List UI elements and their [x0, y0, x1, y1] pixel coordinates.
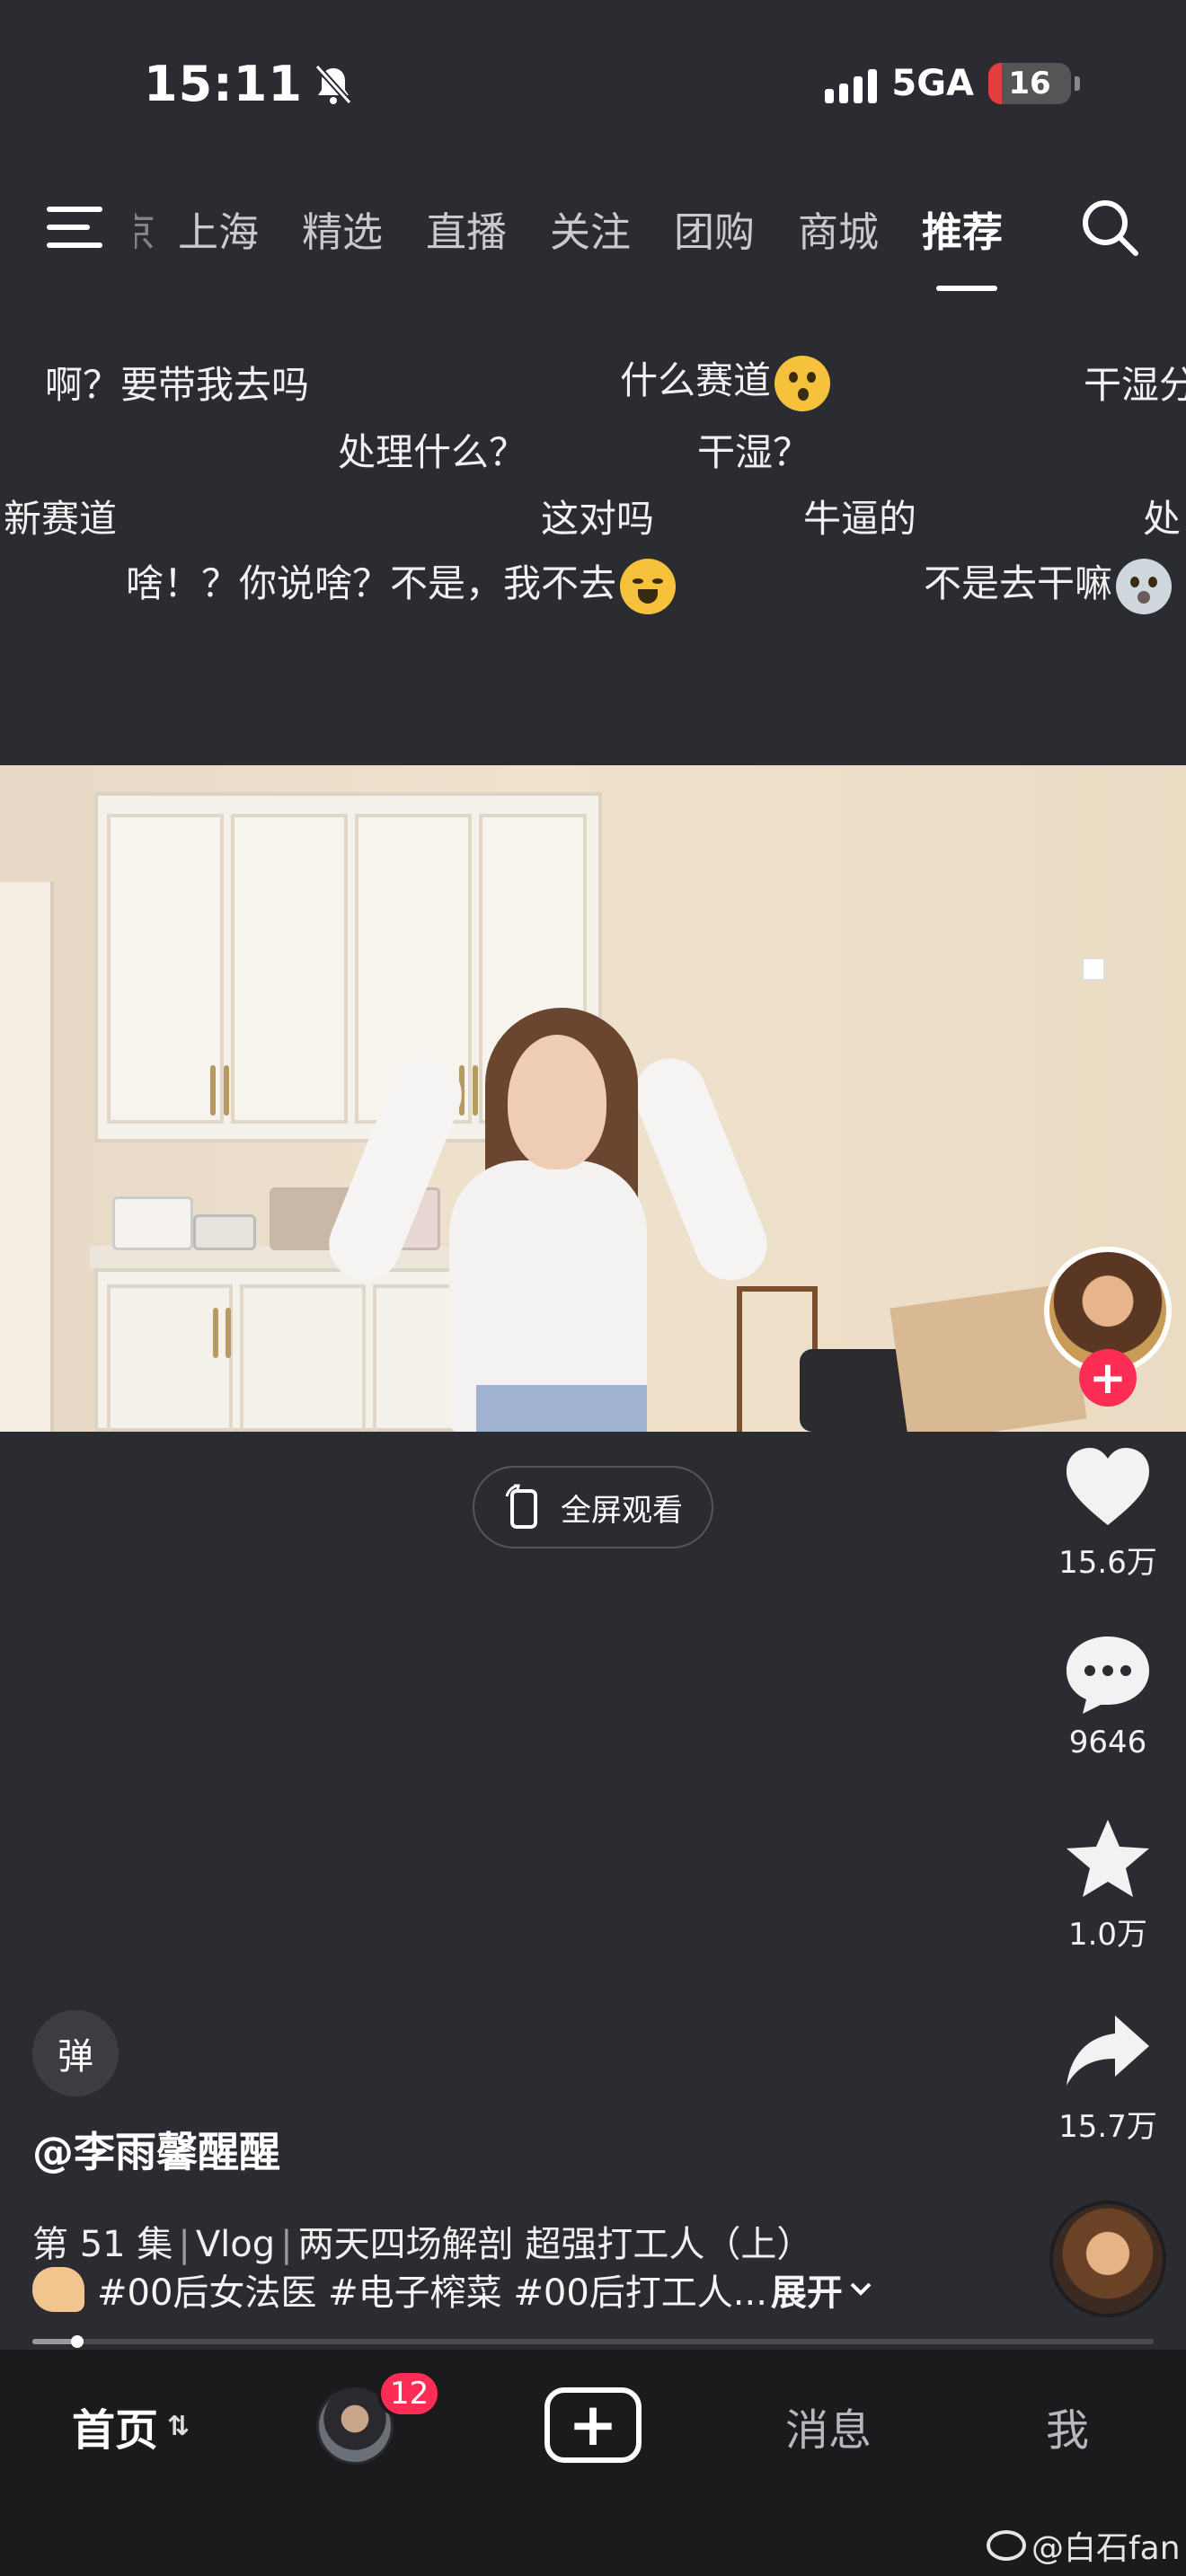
create-button[interactable]: + — [544, 2387, 642, 2463]
nav-home[interactable]: 首页 ⇅ — [72, 2395, 190, 2457]
series-line[interactable]: 第 51 集 | Vlog | 两天四场解剖 超强打工人（上） — [32, 2215, 812, 2267]
watermark-text: @白石fan — [1031, 2530, 1181, 2567]
expand-button[interactable]: 展开 — [771, 2263, 843, 2316]
danmaku-comment: 处 — [1143, 497, 1182, 541]
menu-icon[interactable] — [47, 205, 102, 251]
music-disc[interactable] — [1049, 2201, 1166, 2317]
share-button[interactable]: 15.7万 — [1042, 2010, 1173, 2146]
video-progress-bar[interactable] — [32, 2335, 1154, 2348]
tab-shanghai[interactable]: 上海 — [156, 199, 280, 258]
favorite-count: 1.0万 — [1067, 1917, 1148, 1953]
like-button[interactable]: 15.6万 — [1042, 1446, 1173, 1582]
search-icon[interactable] — [1078, 196, 1141, 259]
danmaku-comment: 新赛道 — [4, 497, 118, 541]
hashtags[interactable]: #00后女法医 #电子榨菜 #00后打工人... — [97, 2263, 767, 2316]
danmaku-comment: 不是去干嘛 — [924, 553, 1173, 614]
series-name: Vlog — [195, 2224, 276, 2265]
top-nav: 京 上海 精选 直播 关注 团购 商城 推荐 — [0, 190, 1186, 291]
comment-count: 9646 — [1068, 1725, 1147, 1760]
progress-handle[interactable] — [70, 2335, 84, 2348]
danmaku-comment: 干湿分 — [1084, 363, 1186, 407]
fullscreen-button[interactable]: 全屏观看 — [473, 1466, 713, 1548]
signal-icon — [825, 64, 878, 103]
tab-city-cut[interactable]: 京 — [135, 199, 156, 258]
danmaku-comment: 牛逼的 — [803, 497, 917, 541]
star-icon — [1067, 1820, 1149, 1897]
tab-featured[interactable]: 精选 — [280, 199, 404, 258]
nav-tabs: 京 上海 精选 直播 关注 团购 商城 推荐 — [135, 199, 1024, 291]
nav-me[interactable]: 我 — [1046, 2395, 1089, 2457]
tab-mall[interactable]: 商城 — [776, 199, 900, 258]
danmaku-comment: 啊？要带我去吗 — [45, 363, 310, 407]
danmaku-toggle-button[interactable]: 弹 — [32, 2010, 119, 2096]
episode-label: 第 51 集 — [32, 2224, 173, 2265]
danmaku-comment: 啥！？你说啥？不是，我不去 — [126, 553, 677, 614]
nav-home-label: 首页 — [72, 2405, 159, 2456]
watermark: @白石fan — [987, 2522, 1181, 2569]
clock-text: 15:11 — [144, 56, 303, 112]
wall-switch — [1082, 957, 1105, 981]
comment-bubble-icon — [1067, 1636, 1149, 1714]
danmaku-comment: 什么赛道 — [620, 350, 831, 411]
screaming-emoji-icon — [1116, 558, 1173, 614]
notification-badge: 12 — [377, 2369, 442, 2418]
share-arrow-icon — [1067, 2016, 1149, 2086]
comment-button[interactable]: 9646 — [1042, 1633, 1173, 1760]
basket — [193, 1214, 256, 1250]
video-player[interactable] — [0, 765, 1186, 1432]
video-title: 两天四场解剖 超强打工人（上） — [297, 2224, 813, 2265]
tab-recommended[interactable]: 推荐 — [900, 199, 1024, 291]
description: #00后女法医 #电子榨菜 #00后打工人... 展开 — [32, 2263, 873, 2316]
crying-emoji-icon — [620, 558, 677, 614]
favorite-button[interactable]: 1.0万 — [1042, 1818, 1173, 1954]
battery-percent: 16 — [1008, 66, 1051, 101]
storage-box — [112, 1196, 193, 1250]
battery-icon: 16 — [988, 63, 1071, 104]
danmaku-comment: 这对吗 — [541, 497, 655, 541]
switch-arrows-icon: ⇅ — [167, 2410, 190, 2442]
chevron-down-icon — [850, 2282, 872, 2296]
author-name[interactable]: @李雨馨醒醒 — [32, 2120, 280, 2179]
danmaku-comment: 干湿？ — [697, 430, 811, 474]
battery-tip — [1075, 76, 1080, 91]
tab-live[interactable]: 直播 — [404, 199, 528, 258]
network-type: 5GA — [891, 63, 974, 104]
follow-button[interactable]: + — [1079, 1349, 1137, 1407]
doorway — [0, 882, 54, 1432]
danmaku-comment: 处理什么？ — [338, 430, 527, 474]
bell-muted-icon — [314, 64, 352, 104]
rotate-phone-icon — [505, 1484, 537, 1529]
nav-messages[interactable]: 消息 — [785, 2395, 872, 2457]
battery-level — [988, 63, 1002, 104]
weibo-icon — [987, 2530, 1026, 2561]
tab-following[interactable]: 关注 — [528, 199, 652, 258]
surprised-emoji-icon — [774, 355, 831, 411]
share-count: 15.7万 — [1058, 2109, 1157, 2145]
person-face — [508, 1035, 606, 1169]
danmaku-toggle-label: 弹 — [58, 2036, 93, 2078]
person-jeans — [476, 1385, 647, 1432]
status-indicators: 5GA 16 — [825, 63, 1080, 104]
like-count: 15.6万 — [1058, 1545, 1157, 1581]
status-time: 15:11 — [144, 56, 353, 112]
fullscreen-label: 全屏观看 — [561, 1492, 683, 1529]
heart-icon — [1067, 1448, 1149, 1525]
flexed-biceps-icon — [32, 2267, 84, 2312]
tab-group-buy[interactable]: 团购 — [652, 199, 776, 258]
